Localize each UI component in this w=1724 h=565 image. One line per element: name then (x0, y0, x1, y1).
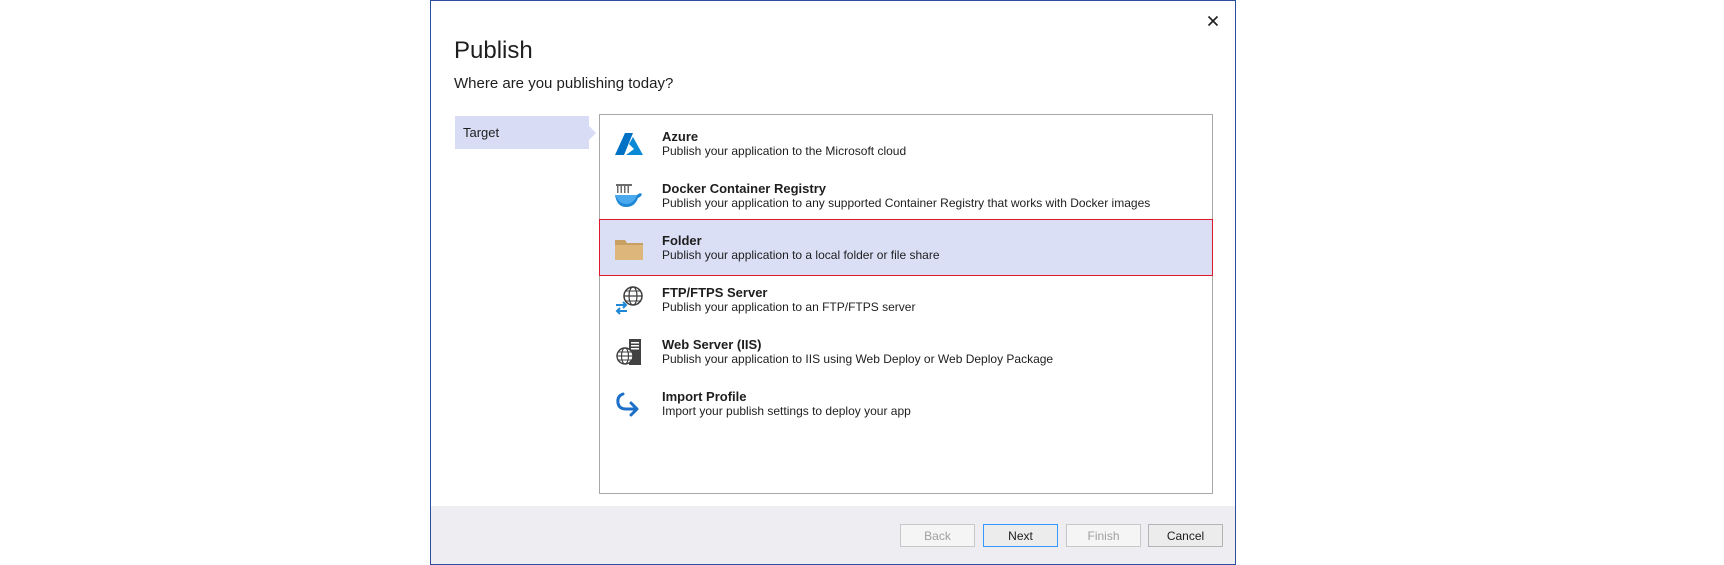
dialog-subtitle: Where are you publishing today? (454, 75, 674, 92)
ftp-globe-icon (613, 284, 645, 316)
cancel-button[interactable]: Cancel (1148, 524, 1223, 547)
target-title: Docker Container Registry (662, 181, 826, 196)
folder-icon (613, 233, 645, 265)
target-docker-container-registry[interactable]: Docker Container Registry Publish your a… (600, 167, 1212, 224)
target-description: Publish your application to any supporte… (662, 196, 1151, 210)
target-description: Publish your application to an FTP/FTPS … (662, 300, 916, 314)
docker-icon (613, 180, 645, 212)
back-button[interactable]: Back (900, 524, 975, 547)
target-folder[interactable]: Folder Publish your application to a loc… (599, 219, 1213, 276)
step-label: Target (463, 125, 500, 140)
target-title: Import Profile (662, 389, 747, 404)
close-button[interactable] (1203, 11, 1223, 31)
target-import-profile[interactable]: Import Profile Import your publish setti… (600, 375, 1212, 432)
target-web-server-iis[interactable]: Web Server (IIS) Publish your applicatio… (600, 323, 1212, 380)
target-ftp-ftps-server[interactable]: FTP/FTPS Server Publish your application… (600, 271, 1212, 328)
publish-dialog: Publish Where are you publishing today? … (430, 0, 1236, 565)
target-title: FTP/FTPS Server (662, 285, 768, 300)
web-server-icon (613, 336, 645, 368)
target-description: Import your publish settings to deploy y… (662, 404, 911, 418)
publish-target-list: Azure Publish your application to the Mi… (599, 114, 1213, 494)
target-title: Azure (662, 129, 699, 144)
target-title: Folder (662, 233, 702, 248)
target-description: Publish your application to the Microsof… (662, 144, 907, 158)
azure-icon (613, 128, 645, 160)
target-description: Publish your application to a local fold… (662, 248, 940, 262)
dialog-footer: Back Next Finish Cancel (431, 506, 1235, 564)
dialog-title: Publish (454, 37, 533, 64)
next-button[interactable]: Next (983, 524, 1058, 547)
target-description: Publish your application to IIS using We… (662, 352, 1054, 366)
import-icon (613, 388, 645, 420)
target-title: Web Server (IIS) (662, 337, 762, 352)
target-azure[interactable]: Azure Publish your application to the Mi… (600, 115, 1212, 172)
step-target[interactable]: Target (455, 116, 596, 149)
close-icon (1207, 15, 1219, 27)
finish-button[interactable]: Finish (1066, 524, 1141, 547)
